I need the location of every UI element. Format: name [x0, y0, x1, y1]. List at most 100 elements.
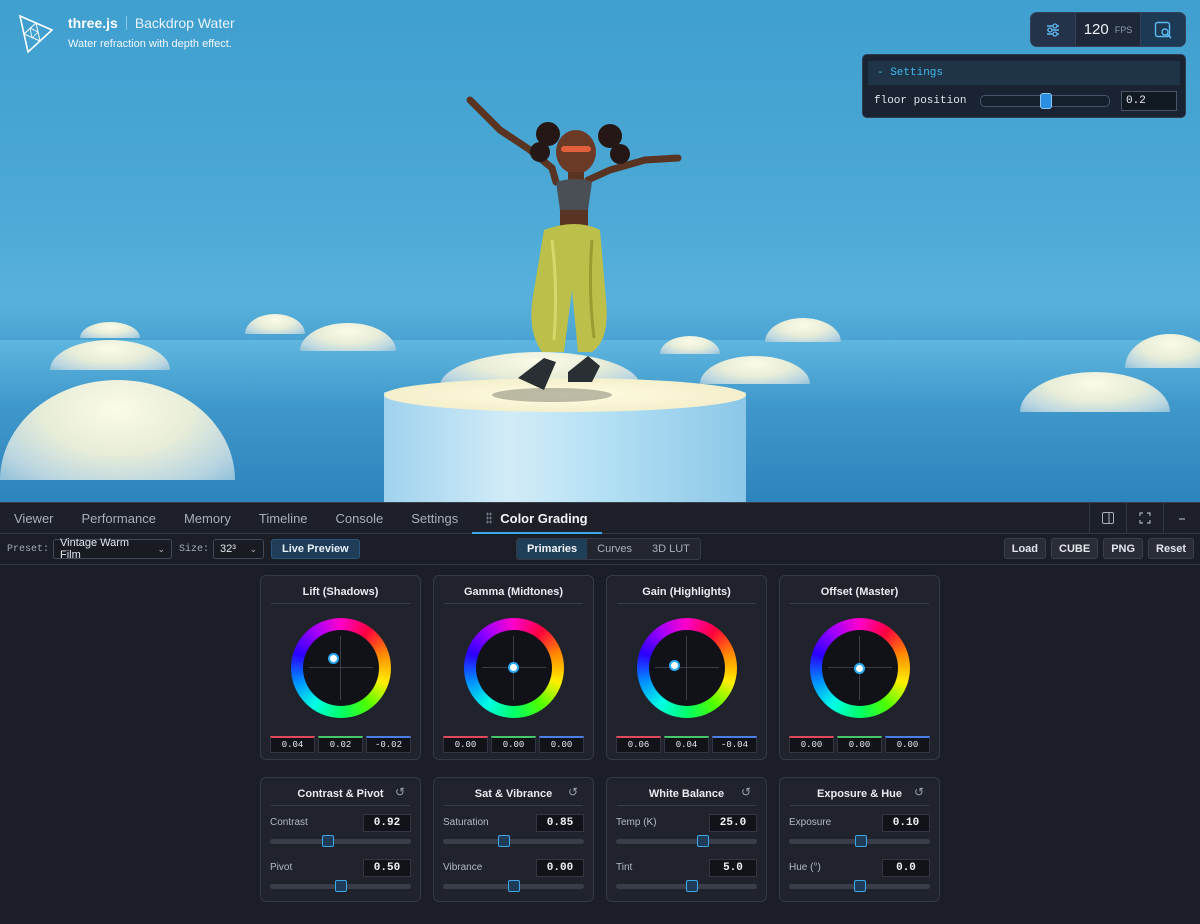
vibrance-slider-handle[interactable] — [507, 880, 520, 892]
live-preview-button[interactable]: Live Preview — [271, 539, 360, 559]
tint-value-input[interactable]: 5.0 — [709, 859, 757, 877]
tab-color-grading[interactable]: Color Grading — [472, 503, 603, 534]
wheel-handle[interactable] — [328, 653, 339, 664]
pivot-slider[interactable] — [270, 880, 411, 892]
hue-slider[interactable] — [789, 880, 930, 892]
wheel-crosshair-h — [309, 667, 373, 668]
export-png-button[interactable]: PNG — [1103, 538, 1144, 559]
red-value-input[interactable]: 0.00 — [443, 736, 488, 753]
vibrance-value-input[interactable]: 0.00 — [536, 859, 584, 877]
tab-console[interactable]: Console — [322, 503, 398, 533]
lift-color-wheel[interactable] — [291, 618, 391, 718]
exposure-slider-handle[interactable] — [854, 835, 867, 847]
saturation-slider[interactable] — [443, 835, 584, 847]
green-value-input[interactable]: 0.00 — [491, 736, 536, 753]
contrast-slider[interactable] — [270, 835, 411, 847]
tint-slider[interactable] — [616, 880, 757, 892]
tint-slider-handle[interactable] — [686, 880, 699, 892]
green-value-input[interactable]: 0.02 — [318, 736, 363, 753]
size-label: Size: — [179, 543, 210, 555]
saturation-slider-handle[interactable] — [497, 835, 510, 847]
fullscreen-button[interactable] — [1126, 503, 1163, 533]
floor-position-slider-handle[interactable] — [1040, 93, 1052, 109]
red-value-input[interactable]: 0.04 — [270, 736, 315, 753]
split-view-button[interactable] — [1089, 503, 1126, 533]
blue-value-input[interactable]: -0.02 — [366, 736, 411, 753]
tab-color-grading-label: Color Grading — [500, 510, 588, 526]
reset-icon[interactable]: ↺ — [914, 785, 924, 799]
chevron-down-icon: ⌄ — [249, 543, 258, 554]
hue-value-input[interactable]: 0.0 — [882, 859, 930, 877]
contrast-slider-handle[interactable] — [321, 835, 334, 847]
3d-viewport[interactable]: three.js Backdrop Water Water refraction… — [0, 0, 1200, 502]
temp-k-value-input[interactable]: 25.0 — [709, 814, 757, 832]
wheel-center[interactable] — [649, 630, 725, 706]
lut-size-select[interactable]: 32³ ⌄ — [213, 539, 265, 559]
offset-color-wheel[interactable] — [810, 618, 910, 718]
floor-position-input[interactable]: 0.2 — [1121, 91, 1177, 111]
reset-button[interactable]: Reset — [1148, 538, 1194, 559]
gamma-wheel-card: Gamma (Midtones) 0.00 0.00 0.00 — [433, 575, 594, 760]
blue-value-input[interactable]: -0.04 — [712, 736, 757, 753]
pivot-value-input[interactable]: 0.50 — [363, 859, 411, 877]
floor-position-slider[interactable] — [980, 93, 1110, 109]
load-button[interactable]: Load — [1003, 538, 1047, 559]
green-value-input[interactable]: 0.04 — [664, 736, 709, 753]
wheel-handle[interactable] — [669, 660, 680, 671]
tab-memory[interactable]: Memory — [170, 503, 245, 533]
tab-settings[interactable]: Settings — [397, 503, 472, 533]
brand-name[interactable]: three.js — [68, 14, 118, 32]
contrast-label: Contrast — [270, 817, 308, 828]
sliders-icon — [1047, 22, 1059, 37]
wheel-center[interactable] — [303, 630, 379, 706]
tab-timeline[interactable]: Timeline — [245, 503, 322, 533]
vibrance-slider[interactable] — [443, 880, 584, 892]
reset-icon[interactable]: ↺ — [395, 785, 405, 799]
reset-icon[interactable]: ↺ — [568, 785, 578, 799]
reset-icon[interactable]: ↺ — [741, 785, 751, 799]
tab-performance[interactable]: Performance — [68, 503, 170, 533]
saturation-value-input[interactable]: 0.85 — [536, 814, 584, 832]
exposure-value-input[interactable]: 0.10 — [882, 814, 930, 832]
panel-window-controls — [1089, 503, 1200, 533]
exposure-slider[interactable] — [789, 835, 930, 847]
red-value-input[interactable]: 0.00 — [789, 736, 834, 753]
wheel-center[interactable] — [822, 630, 898, 706]
gain-wheel-card: Gain (Highlights) 0.06 0.04 -0.04 — [606, 575, 767, 760]
hue-label: Hue (°) — [789, 862, 821, 873]
settings-folder-title[interactable]: - Settings — [868, 61, 1180, 85]
wheel-handle[interactable] — [854, 663, 865, 674]
gamma-color-wheel[interactable] — [464, 618, 564, 718]
minimize-button[interactable] — [1163, 503, 1200, 533]
gain-color-wheel[interactable] — [637, 618, 737, 718]
tint-label: Tint — [616, 862, 633, 873]
wheel-center[interactable] — [476, 630, 552, 706]
hue-slider-handle[interactable] — [853, 880, 866, 892]
green-value-input[interactable]: 0.00 — [837, 736, 882, 753]
sat-vibrance-title: Sat & Vibrance — [444, 786, 583, 806]
settings-toggle-button[interactable] — [1031, 13, 1075, 46]
sand-dune — [300, 323, 396, 351]
wheel-handle[interactable] — [508, 662, 519, 673]
preset-select[interactable]: Vintage Warm Film ⌄ — [53, 537, 173, 561]
sat-vibrance-card: Sat & Vibrance ↺ Saturation 0.85 Vibrance 0.0… — [433, 777, 594, 902]
drag-grip-icon[interactable] — [486, 512, 493, 524]
blue-value-input[interactable]: 0.00 — [539, 736, 584, 753]
mode-3d-lut-button[interactable]: 3D LUT — [642, 539, 700, 559]
contrast-value-input[interactable]: 0.92 — [363, 814, 411, 832]
red-value-input[interactable]: 0.06 — [616, 736, 661, 753]
fps-unit: FPS — [1114, 24, 1133, 35]
exposure-label: Exposure — [789, 817, 832, 828]
mode-curves-button[interactable]: Curves — [587, 539, 642, 559]
pivot-slider-handle[interactable] — [334, 880, 347, 892]
temp-k-slider-handle[interactable] — [697, 835, 710, 847]
export-cube-button[interactable]: CUBE — [1051, 538, 1099, 559]
tab-viewer[interactable]: Viewer — [0, 503, 68, 533]
temp-k-slider[interactable] — [616, 835, 757, 847]
offset-wheel-card: Offset (Master) 0.00 0.00 0.00 — [779, 575, 940, 760]
inspector-toggle-button[interactable] — [1141, 13, 1185, 46]
blue-value-input[interactable]: 0.00 — [885, 736, 930, 753]
gamma-rgb-values: 0.00 0.00 0.00 — [443, 736, 584, 753]
lift-rgb-values: 0.04 0.02 -0.02 — [270, 736, 411, 753]
mode-primaries-button[interactable]: Primaries — [517, 539, 588, 559]
